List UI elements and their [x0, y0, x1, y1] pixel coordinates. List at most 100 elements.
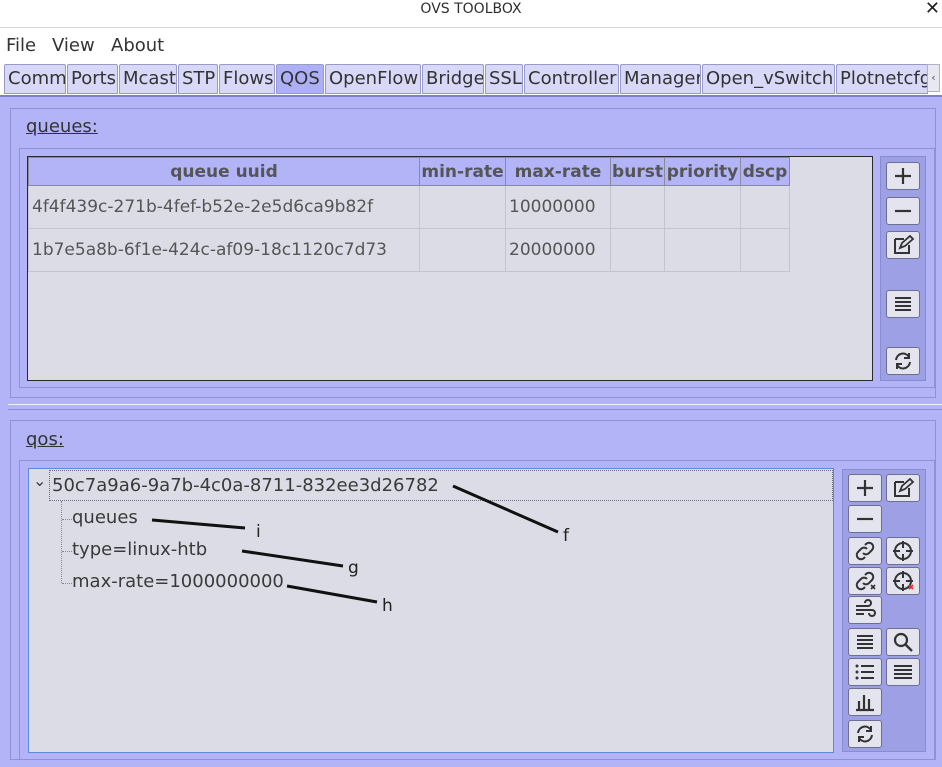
- tab-ports[interactable]: Ports: [67, 64, 118, 94]
- col-queue-uuid[interactable]: queue uuid: [28, 157, 420, 186]
- list-icon: [895, 297, 911, 311]
- cell-queue-uuid[interactable]: 4f4f439c-271b-4fef-b52e-2e5d6ca9b82f: [28, 185, 420, 229]
- tree-branch: [62, 551, 72, 552]
- refresh-icon: [895, 352, 911, 370]
- qos-crosshair-button[interactable]: [886, 537, 920, 565]
- qos-chart-button[interactable]: [848, 688, 882, 716]
- tab-qos[interactable]: QOS: [276, 64, 324, 94]
- tree-branch: [62, 519, 72, 520]
- menu-bar: File View About: [0, 28, 942, 62]
- tab-ssl[interactable]: SSL: [485, 64, 523, 94]
- qos-bullet-list-button[interactable]: [848, 658, 882, 686]
- bar-chart-icon: [856, 695, 874, 712]
- qos-edit-button[interactable]: [886, 474, 920, 502]
- tab-open-vswitch[interactable]: Open_vSwitch: [702, 64, 835, 94]
- tab-scroll-left-icon[interactable]: ‹: [927, 64, 940, 92]
- menu-view[interactable]: View: [52, 35, 95, 56]
- tab-mcast[interactable]: Mcast: [119, 64, 177, 94]
- col-burst[interactable]: burst: [610, 157, 665, 186]
- link-icon: [855, 541, 875, 561]
- tab-manager[interactable]: Manager: [620, 64, 701, 94]
- table-row[interactable]: 4f4f439c-271b-4fef-b52e-2e5d6ca9b82f 100…: [28, 185, 790, 229]
- annotation-label: f: [563, 526, 569, 546]
- close-icon[interactable]: ✕: [925, 0, 940, 19]
- cell-burst[interactable]: [610, 185, 665, 229]
- queues-group-title: queues:: [26, 116, 98, 137]
- cell-min-rate[interactable]: [419, 185, 506, 229]
- col-max-rate[interactable]: max-rate: [505, 157, 611, 186]
- align-icon: [894, 665, 912, 679]
- title-bar: OVS TOOLBOX ✕: [0, 0, 942, 28]
- expand-chevron-icon[interactable]: ⌄: [33, 471, 46, 490]
- refresh-icon: [857, 725, 873, 743]
- queues-button-panel: [880, 156, 926, 381]
- wind-icon: [856, 599, 876, 617]
- edit-icon: [894, 477, 915, 497]
- qos-link-button[interactable]: [848, 537, 882, 565]
- queues-table: queue uuid min-rate max-rate burst prior…: [27, 156, 873, 381]
- remove-icon: [857, 517, 873, 521]
- annotation-label: i: [256, 522, 261, 542]
- cell-queue-uuid[interactable]: 1b7e5a8b-6f1e-424c-af09-18c1120c7d73: [28, 228, 420, 272]
- edit-icon: [894, 234, 915, 254]
- remove-icon: [895, 209, 911, 213]
- queue-list-button[interactable]: [886, 290, 920, 318]
- col-min-rate[interactable]: min-rate: [419, 157, 506, 186]
- qos-remove-button[interactable]: [848, 505, 882, 533]
- cell-max-rate[interactable]: 20000000: [505, 228, 611, 272]
- cell-min-rate[interactable]: [419, 228, 506, 272]
- col-dscp[interactable]: dscp: [740, 157, 790, 186]
- cell-max-rate[interactable]: 10000000: [505, 185, 611, 229]
- cell-priority[interactable]: [664, 185, 741, 229]
- tree-branch: [62, 583, 72, 584]
- queue-edit-button[interactable]: [886, 231, 920, 259]
- qos-crosshair-remove-button[interactable]: [886, 567, 920, 595]
- tab-flows[interactable]: Flows: [219, 64, 275, 94]
- pane-splitter[interactable]: [8, 404, 942, 410]
- menu-file[interactable]: File: [6, 35, 36, 56]
- cell-priority[interactable]: [664, 228, 741, 272]
- qos-flow-button[interactable]: [848, 596, 882, 624]
- annotation-label: h: [382, 596, 393, 616]
- search-icon: [893, 632, 913, 652]
- tree-item-type[interactable]: type=linux-htb: [72, 539, 207, 560]
- add-icon: [857, 480, 873, 496]
- queue-add-button[interactable]: [886, 162, 920, 190]
- menu-about[interactable]: About: [111, 35, 164, 56]
- qos-tree: ⌄ 50c7a9a6-9a7b-4c0a-8711-832ee3d26782 q…: [28, 468, 834, 753]
- bullet-list-icon: [855, 664, 874, 680]
- qos-add-button[interactable]: [848, 474, 882, 502]
- tree-item-max-rate[interactable]: max-rate=1000000000: [72, 571, 284, 592]
- crosshair-icon: [893, 541, 913, 561]
- cell-dscp[interactable]: [740, 228, 790, 272]
- tab-plotnetcfg[interactable]: Plotnetcfg: [836, 64, 928, 94]
- qos-list-button[interactable]: [848, 628, 882, 656]
- add-icon: [895, 168, 911, 184]
- qos-search-button[interactable]: [886, 628, 920, 656]
- tab-stp[interactable]: STP: [178, 64, 218, 94]
- tree-guide-line: [61, 501, 62, 583]
- tab-controller[interactable]: Controller: [524, 64, 619, 94]
- cell-burst[interactable]: [610, 228, 665, 272]
- tab-comm[interactable]: Comm: [4, 64, 66, 94]
- list-icon: [857, 635, 873, 649]
- tree-item-queues[interactable]: queues: [72, 507, 138, 528]
- window-title: OVS TOOLBOX: [420, 1, 522, 17]
- table-row[interactable]: 1b7e5a8b-6f1e-424c-af09-18c1120c7d73 200…: [28, 228, 790, 272]
- tab-openflow[interactable]: OpenFlow: [325, 64, 421, 94]
- queue-refresh-button[interactable]: [886, 347, 920, 375]
- col-priority[interactable]: priority: [664, 157, 741, 186]
- tree-root-uuid[interactable]: 50c7a9a6-9a7b-4c0a-8711-832ee3d26782: [52, 475, 439, 496]
- qos-unlink-button[interactable]: [848, 567, 882, 595]
- tab-bridge[interactable]: Bridge: [422, 64, 484, 94]
- annotation-label: g: [348, 558, 359, 578]
- unlink-icon: [855, 571, 876, 591]
- qos-refresh-button[interactable]: [848, 720, 882, 748]
- qos-button-panel: [842, 469, 926, 752]
- queue-remove-button[interactable]: [886, 197, 920, 225]
- cell-dscp[interactable]: [740, 185, 790, 229]
- qos-group-title: qos:: [26, 429, 64, 450]
- qos-align-button[interactable]: [886, 658, 920, 686]
- tab-bar: Comm Ports Mcast STP Flows QOS OpenFlow …: [0, 62, 942, 96]
- crosshair-remove-icon: [893, 571, 914, 591]
